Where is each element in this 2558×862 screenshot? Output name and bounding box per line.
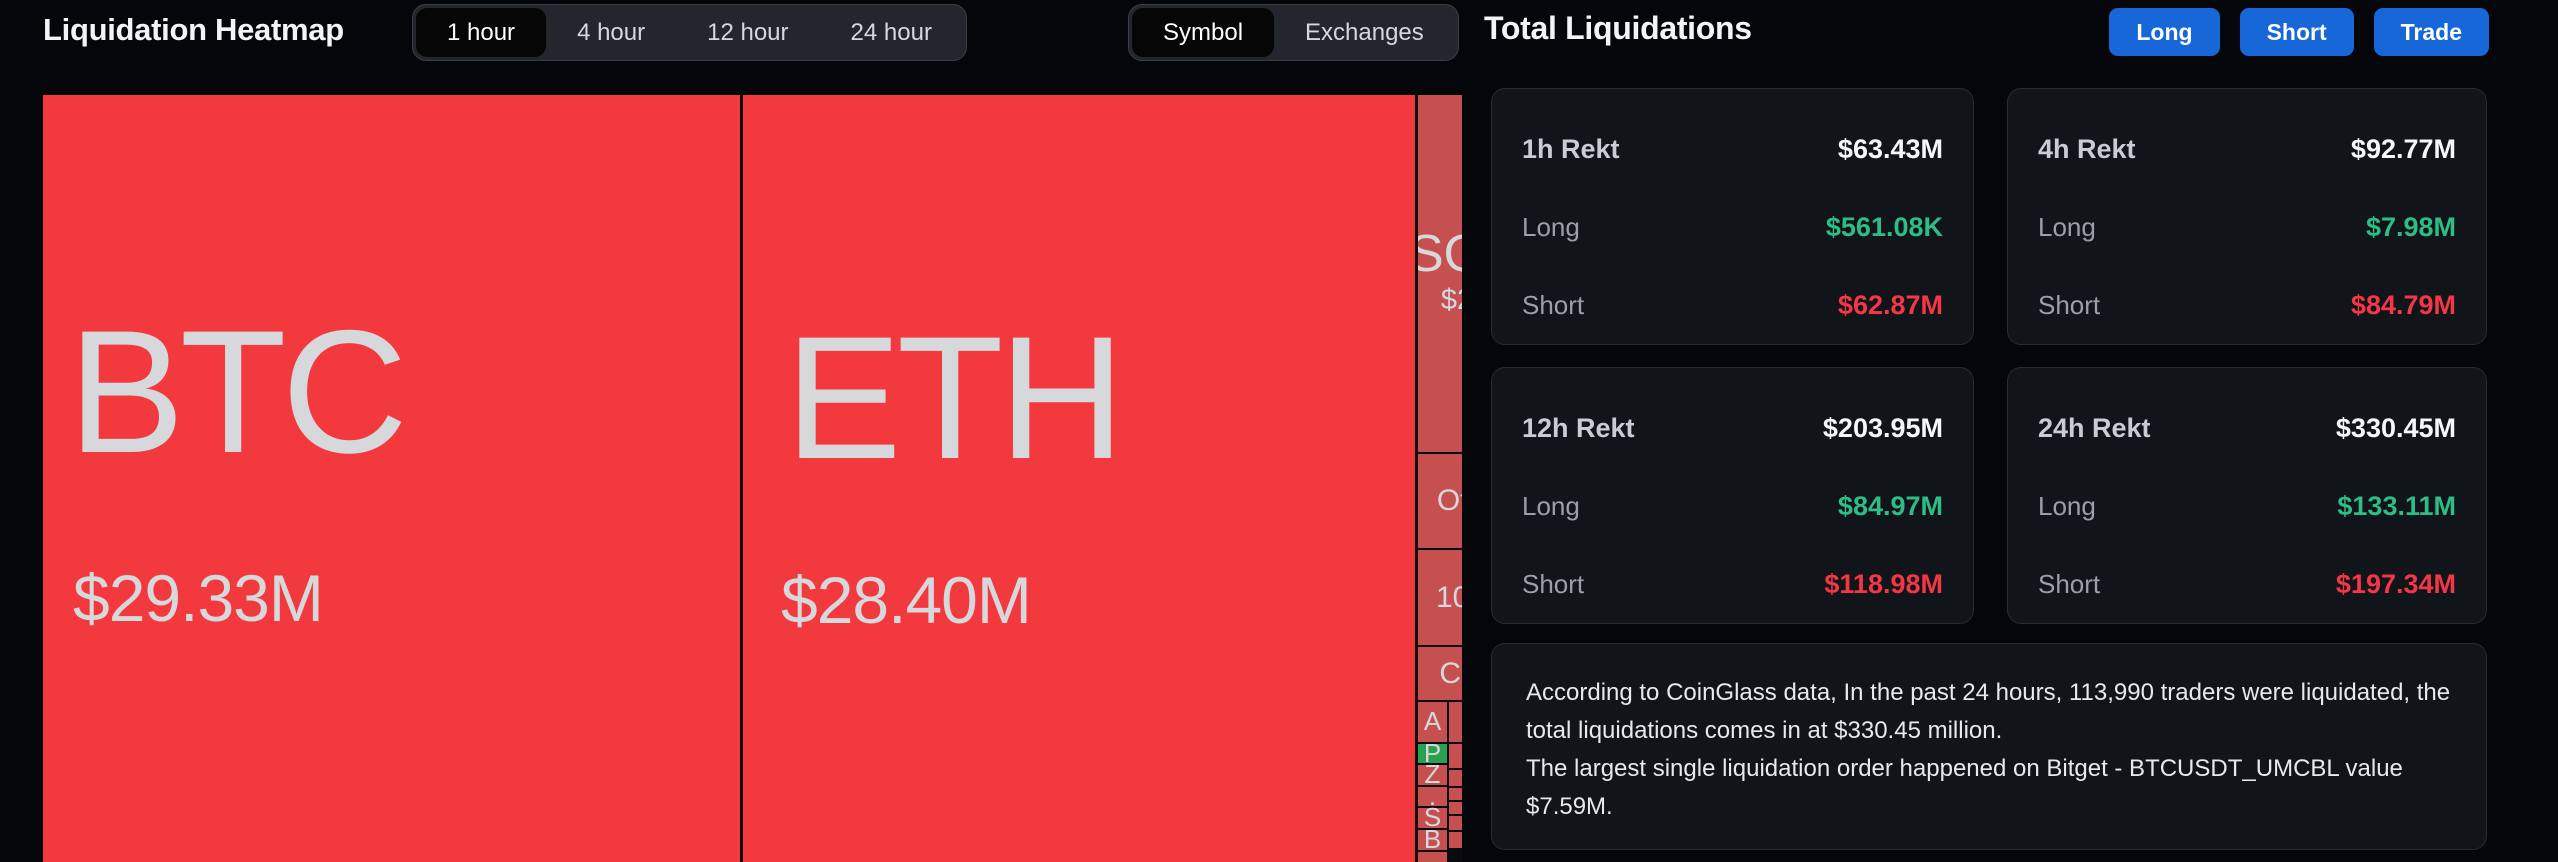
treemap-tile-ch[interactable]: CH — [1418, 647, 1462, 700]
short-label: Short — [2038, 289, 2101, 320]
long-value: $133.11M — [2337, 490, 2456, 521]
treemap-tile-others[interactable]: Oth — [1418, 454, 1462, 548]
rekt-card-1h: 1h Rekt $63.43M Long $561.08K Short $62.… — [1491, 88, 1974, 345]
short-button[interactable]: Short — [2239, 8, 2354, 56]
card-total: $63.43M — [1837, 133, 1943, 164]
short-value: $118.98M — [1824, 568, 1943, 599]
long-value: $561.08K — [1825, 211, 1943, 242]
long-label: Long — [2038, 490, 2096, 521]
sol-label: SOL — [1418, 225, 1462, 284]
card-period: 1h Rekt — [1522, 133, 1620, 164]
total-liquidations-title: Total Liquidations — [1484, 10, 1752, 46]
treemap-tile-side4[interactable] — [1449, 788, 1462, 800]
treemap-tile-side7[interactable] — [1449, 832, 1462, 848]
long-value: $84.97M — [1837, 490, 1943, 521]
summary-line-1: According to CoinGlass data, In the past… — [1526, 679, 2451, 744]
treemap-tile-eth[interactable]: ETH $28.40M — [743, 95, 1415, 862]
btc-label: BTC — [68, 295, 408, 490]
card-period: 24h Rekt — [2038, 412, 2151, 443]
long-label: Long — [2038, 211, 2096, 242]
rekt-card-4h: 4h Rekt $92.77M Long $7.98M Short $84.79… — [2007, 88, 2487, 345]
eth-label: ETH — [785, 301, 1125, 496]
treemap-tile-side6[interactable] — [1449, 816, 1462, 830]
time-filter-1h[interactable]: 1 hour — [416, 8, 547, 57]
view-toggle-group: Symbol Exchanges — [1128, 4, 1459, 61]
treemap-tile-stub[interactable] — [1418, 852, 1447, 862]
time-filter-4h[interactable]: 4 hour — [546, 8, 676, 57]
treemap-tile-side3[interactable] — [1449, 770, 1462, 786]
card-total: $92.77M — [2350, 133, 2456, 164]
treemap-tile-side2[interactable] — [1449, 744, 1462, 768]
1000-label: 100 — [1435, 580, 1462, 614]
treemap-tile-b[interactable]: B — [1418, 826, 1447, 853]
long-value: $7.98M — [2365, 211, 2456, 242]
ch-label: CH — [1439, 656, 1462, 690]
eth-value: $28.40M — [781, 563, 1032, 637]
treemap-tile-side1[interactable] — [1449, 702, 1462, 742]
long-label: Long — [1522, 490, 1580, 521]
card-period: 4h Rekt — [2038, 133, 2136, 164]
action-buttons: Long Short Trade — [2109, 8, 2489, 56]
short-label: Short — [1522, 568, 1585, 599]
treemap-tile-btc[interactable]: BTC $29.33M — [43, 95, 740, 862]
a-label: A — [1423, 706, 1442, 737]
b-label: B — [1423, 824, 1442, 855]
time-filter-12h[interactable]: 12 hour — [676, 8, 819, 57]
sol-value: $2. — [1440, 283, 1462, 316]
rekt-card-12h: 12h Rekt $203.95M Long $84.97M Short $11… — [1491, 367, 1974, 624]
liquidation-summary: According to CoinGlass data, In the past… — [1491, 643, 2487, 850]
liquidation-dashboard: Liquidation Heatmap 1 hour 4 hour 12 hou… — [0, 0, 2558, 862]
short-label: Short — [2038, 568, 2101, 599]
view-toggle-symbol[interactable]: Symbol — [1132, 8, 1275, 57]
treemap-tile-side5[interactable] — [1449, 802, 1462, 814]
page-title: Liquidation Heatmap — [43, 12, 344, 47]
trade-button[interactable]: Trade — [2373, 8, 2489, 56]
short-label: Short — [1522, 289, 1585, 320]
long-label: Long — [1522, 211, 1580, 242]
summary-line-2: The largest single liquidation order hap… — [1526, 755, 2403, 820]
treemap-tile-1000[interactable]: 100 — [1418, 550, 1462, 645]
rekt-card-24h: 24h Rekt $330.45M Long $133.11M Short $1… — [2007, 367, 2487, 624]
others-label: Oth — [1436, 484, 1462, 518]
card-period: 12h Rekt — [1522, 412, 1635, 443]
card-total: $330.45M — [2335, 412, 2456, 443]
time-filter-24h[interactable]: 24 hour — [820, 8, 963, 57]
liquidation-treemap: BTC $29.33M ETH $28.40M SOL $2. Oth 100 … — [43, 95, 1462, 862]
short-value: $62.87M — [1837, 289, 1943, 320]
time-filter-group: 1 hour 4 hour 12 hour 24 hour — [412, 4, 967, 61]
long-button[interactable]: Long — [2109, 8, 2220, 56]
treemap-tile-sol[interactable]: SOL $2. — [1418, 95, 1462, 452]
view-toggle-exchanges[interactable]: Exchanges — [1274, 8, 1455, 57]
short-value: $197.34M — [2335, 568, 2456, 599]
btc-value: $29.33M — [73, 561, 324, 635]
treemap-tile-a[interactable]: A — [1418, 702, 1447, 742]
card-total: $203.95M — [1822, 412, 1943, 443]
short-value: $84.79M — [2350, 289, 2456, 320]
